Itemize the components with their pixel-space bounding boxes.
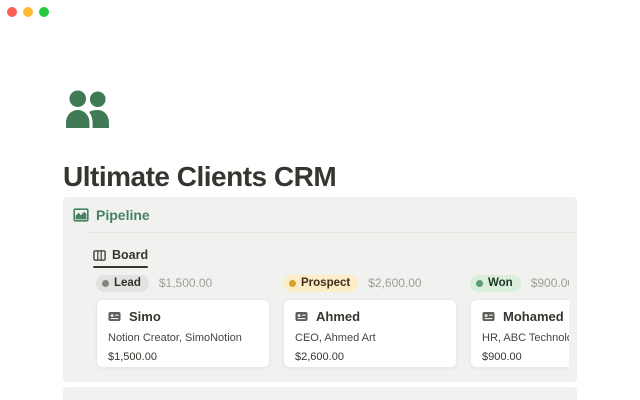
status-badge-lead[interactable]: Lead xyxy=(96,275,149,292)
area-chart-icon xyxy=(73,207,89,223)
close-window-button[interactable] xyxy=(7,7,17,17)
contact-card-icon xyxy=(482,310,495,323)
column-header: Won $900.00 xyxy=(470,274,569,292)
card-amount: $1,500.00 xyxy=(108,351,157,363)
status-badge-prospect[interactable]: Prospect xyxy=(283,275,358,292)
card-subtitle: Notion Creator, SimoNotion xyxy=(108,332,242,344)
next-section-strip xyxy=(63,387,577,400)
pipeline-panel: Pipeline Board Lead $1,500.00 xyxy=(63,197,577,382)
page-title[interactable]: Ultimate Clients CRM xyxy=(63,161,336,193)
column-header: Lead $1,500.00 xyxy=(96,274,212,292)
card-title-row: Ahmed xyxy=(295,309,360,324)
tab-board-label: Board xyxy=(112,248,148,262)
status-label: Won xyxy=(488,277,513,289)
board-view: Lead $1,500.00 Simo Notion Crea xyxy=(63,273,569,378)
board-icon xyxy=(93,249,106,262)
status-dot xyxy=(289,280,296,287)
column-header: Prospect $2,600.00 xyxy=(283,274,422,292)
column-sum: $1,500.00 xyxy=(159,276,212,290)
client-card-simo[interactable]: Simo Notion Creator, SimoNotion $1,500.0… xyxy=(96,299,270,368)
status-dot xyxy=(102,280,109,287)
contact-card-icon xyxy=(295,310,308,323)
card-title-row: Simo xyxy=(108,309,161,324)
column-sum: $900.00 xyxy=(531,276,569,290)
column-sum: $2,600.00 xyxy=(368,276,421,290)
active-tab-indicator xyxy=(93,266,148,268)
card-title: Ahmed xyxy=(316,309,360,324)
zoom-window-button[interactable] xyxy=(39,7,49,17)
minimize-window-button[interactable] xyxy=(23,7,33,17)
client-card-mohamed[interactable]: Mohamed HR, ABC Technology $900.00 xyxy=(470,299,569,368)
status-dot xyxy=(476,280,483,287)
card-title: Mohamed xyxy=(503,309,564,324)
card-amount: $2,600.00 xyxy=(295,351,344,363)
pipeline-header-divider xyxy=(87,232,577,233)
card-subtitle: CEO, Ahmed Art xyxy=(295,332,376,344)
notion-window: Ultimate Clients CRM Pipeline Board xyxy=(0,0,640,400)
card-subtitle: HR, ABC Technology xyxy=(482,332,569,344)
card-amount: $900.00 xyxy=(482,351,522,363)
pipeline-section-title: Pipeline xyxy=(96,207,150,223)
window-controls xyxy=(7,7,49,17)
card-title-row: Mohamed xyxy=(482,309,564,324)
card-title: Simo xyxy=(129,309,161,324)
people-icon[interactable] xyxy=(64,89,111,130)
status-label: Prospect xyxy=(301,277,350,289)
status-badge-won[interactable]: Won xyxy=(470,275,521,292)
contact-card-icon xyxy=(108,310,121,323)
status-label: Lead xyxy=(114,277,141,289)
tab-board[interactable]: Board xyxy=(93,244,148,266)
client-card-ahmed[interactable]: Ahmed CEO, Ahmed Art $2,600.00 xyxy=(283,299,457,368)
